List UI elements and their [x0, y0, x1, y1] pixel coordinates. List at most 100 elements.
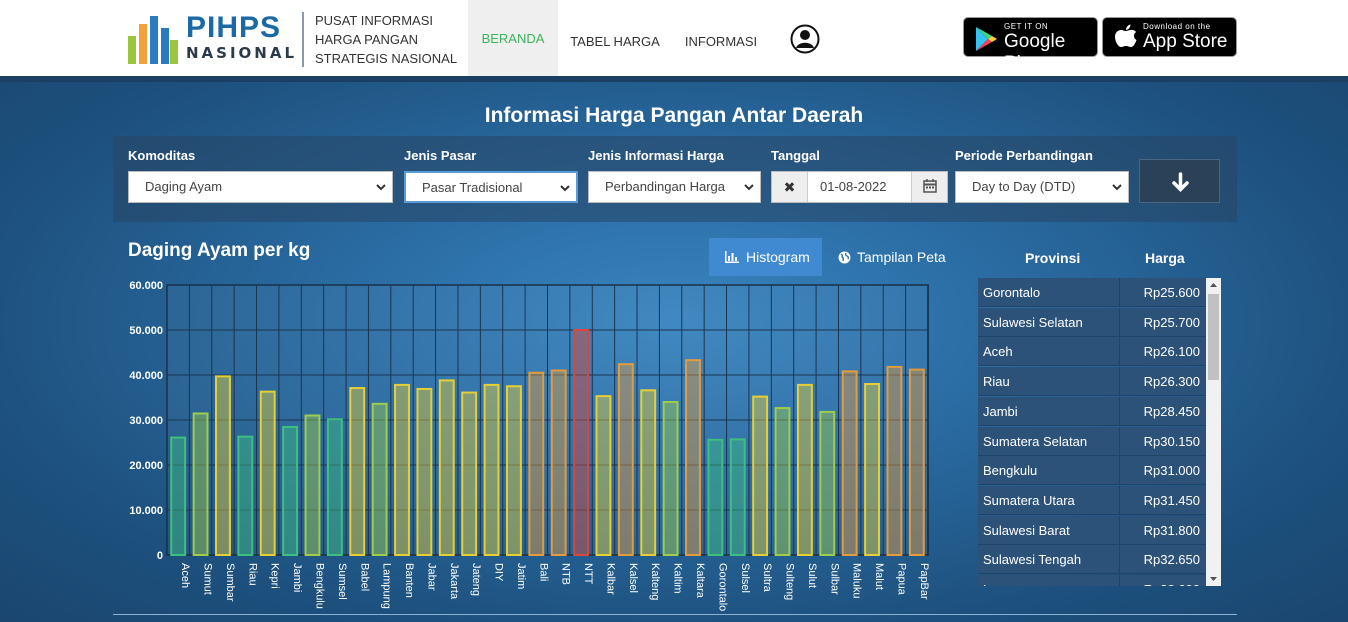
harga-cell: Rp31.000	[1143, 463, 1200, 479]
x-tick-label: Sulbar	[828, 563, 840, 595]
bar-sulut	[796, 383, 813, 557]
x-tick-label: Sulsel	[739, 563, 751, 593]
periode-select[interactable]: Day to Day (DTD)	[955, 171, 1129, 203]
table-row: Bengkulu Rp31.000	[978, 456, 1206, 486]
user-circle-icon[interactable]	[790, 24, 820, 54]
periode-label: Periode Perbandingan	[955, 148, 1093, 163]
globe-icon	[838, 251, 851, 264]
x-tick-label: Kaltim	[672, 563, 684, 594]
bar-sulteng	[774, 407, 791, 556]
nav-beranda[interactable]: BERANDA	[468, 0, 558, 82]
harga-cell: Rp31.450	[1143, 492, 1200, 508]
bar-papua	[886, 365, 903, 557]
jenis-info-select[interactable]: Perbandingan Harga	[588, 171, 761, 203]
x-tick-label: Papua	[895, 563, 907, 596]
table-row: Lampung Rp33.600	[978, 575, 1206, 586]
provinsi-cell: Lampung	[983, 582, 1037, 586]
periode-value: Day to Day (DTD)	[972, 179, 1076, 194]
cell-divider	[1119, 337, 1120, 367]
bar-chart-icon	[725, 251, 739, 263]
y-tick-label: 10.000	[129, 505, 163, 517]
provinsi-cell: Bengkulu	[983, 463, 1038, 479]
table-row: Jambi Rp28.450	[978, 396, 1206, 426]
scroll-down-icon[interactable]	[1206, 572, 1221, 586]
app-store-small: Download on the	[1143, 22, 1211, 31]
bar-sumbar	[215, 375, 231, 556]
bar-jatim	[505, 385, 522, 556]
y-tick-label: 40.000	[129, 370, 163, 382]
x-tick-label: NTB	[560, 563, 572, 585]
page-title: Informasi Harga Pangan Antar Daerah	[484, 104, 864, 127]
bar-kepri	[259, 390, 276, 557]
harga-cell: Rp25.600	[1143, 285, 1200, 300]
x-tick-label: Riau	[246, 563, 258, 586]
harga-cell: Rp31.800	[1143, 522, 1200, 538]
clear-date-button[interactable]: ✖	[772, 172, 808, 202]
komoditas-select[interactable]: Daging Ayam	[128, 171, 393, 203]
bar-sulsel	[729, 438, 746, 557]
tanggal-value[interactable]: 01-08-2022	[820, 172, 887, 202]
bar-papbar	[908, 368, 925, 556]
cell-divider	[1119, 307, 1120, 337]
filter-bar: Komoditas Daging Ayam Jenis Pasar Pasar …	[113, 136, 1237, 222]
harga-cell: Rp33.600	[1144, 582, 1200, 586]
y-tick-label: 0	[157, 550, 163, 562]
y-tick-label: 60.000	[129, 280, 163, 292]
table-row: Gorontalo Rp25.600	[978, 278, 1206, 307]
x-tick-label: Kalsel	[627, 563, 639, 593]
calendar-button[interactable]	[911, 172, 947, 202]
app-store-button[interactable]: Download on the App Store	[1102, 17, 1237, 57]
site-tagline: PUSAT INFORMASI HARGA PANGAN STRATEGIS N…	[315, 11, 465, 68]
bar-malut	[864, 383, 880, 556]
provinsi-cell: Sumatera Selatan	[983, 433, 1088, 449]
harga-cell: Rp30.150	[1143, 433, 1200, 449]
jenis-pasar-value: Pasar Tradisional	[422, 180, 523, 195]
scroll-up-icon[interactable]	[1206, 278, 1221, 292]
tanggal-field[interactable]: ✖ 01-08-2022	[771, 171, 948, 203]
x-tick-label: Kepri	[269, 563, 281, 589]
x-tick-label: Sulteng	[784, 563, 796, 600]
google-play-icon	[976, 27, 997, 51]
pihps-logo[interactable]: PIHPS NASIONAL	[126, 12, 296, 68]
provinsi-cell: Gorontalo	[983, 285, 1041, 300]
chevron-down-icon	[744, 184, 754, 191]
cell-divider	[1119, 367, 1120, 397]
scrollbar-thumb[interactable]	[1208, 294, 1219, 380]
nav-tabel-harga[interactable]: TABEL HARGA	[566, 0, 664, 82]
tagline-line: PUSAT INFORMASI	[315, 13, 433, 28]
arrow-down-icon	[1172, 172, 1189, 192]
komoditas-value: Daging Ayam	[145, 179, 223, 194]
chevron-down-icon	[560, 185, 570, 192]
y-tick-label: 30.000	[129, 415, 163, 427]
x-tick-label: Jambi	[291, 563, 303, 592]
provinsi-cell: Sumatera Utara	[983, 492, 1075, 508]
bar-jateng	[461, 391, 478, 556]
main-top-strip	[0, 76, 1348, 82]
bar-maluku	[841, 370, 858, 557]
nav-informasi[interactable]: INFORMASI	[680, 0, 762, 82]
histogram-chart: 0 10.000 20.000 30.000 40.000 50.000 60.000 Ace…	[129, 280, 929, 611]
harga-cell: Rp26.100	[1143, 344, 1200, 360]
bar-jabar	[416, 387, 433, 556]
cell-divider	[1119, 396, 1120, 426]
google-play-button[interactable]: GET IT ON Google Play	[963, 17, 1098, 74]
table-scrollbar[interactable]	[1206, 278, 1221, 586]
harga-cell: Rp32.650	[1143, 552, 1200, 568]
bar-sumut	[192, 412, 209, 556]
tanggal-label: Tanggal	[771, 148, 820, 163]
table-row: Sumatera Utara Rp31.450	[978, 485, 1206, 515]
top-header: PIHPS NASIONAL PUSAT INFORMASI HARGA PAN…	[0, 0, 1348, 82]
bottom-divider	[113, 614, 1237, 615]
download-button[interactable]	[1139, 159, 1220, 203]
bar-lampung	[371, 402, 388, 556]
bar-gorontalo	[707, 438, 724, 556]
harga-cell: Rp25.700	[1143, 314, 1200, 330]
bar-kaltim	[662, 401, 679, 556]
apple-icon	[1115, 24, 1137, 47]
x-tick-label: Sumsel	[336, 563, 348, 600]
jenis-pasar-select[interactable]: Pasar Tradisional	[404, 171, 578, 203]
table-header-provinsi: Provinsi	[1025, 250, 1081, 266]
x-tick-label: Bali	[537, 563, 549, 581]
cell-divider	[1119, 456, 1120, 486]
bar-kaltara	[685, 359, 701, 557]
